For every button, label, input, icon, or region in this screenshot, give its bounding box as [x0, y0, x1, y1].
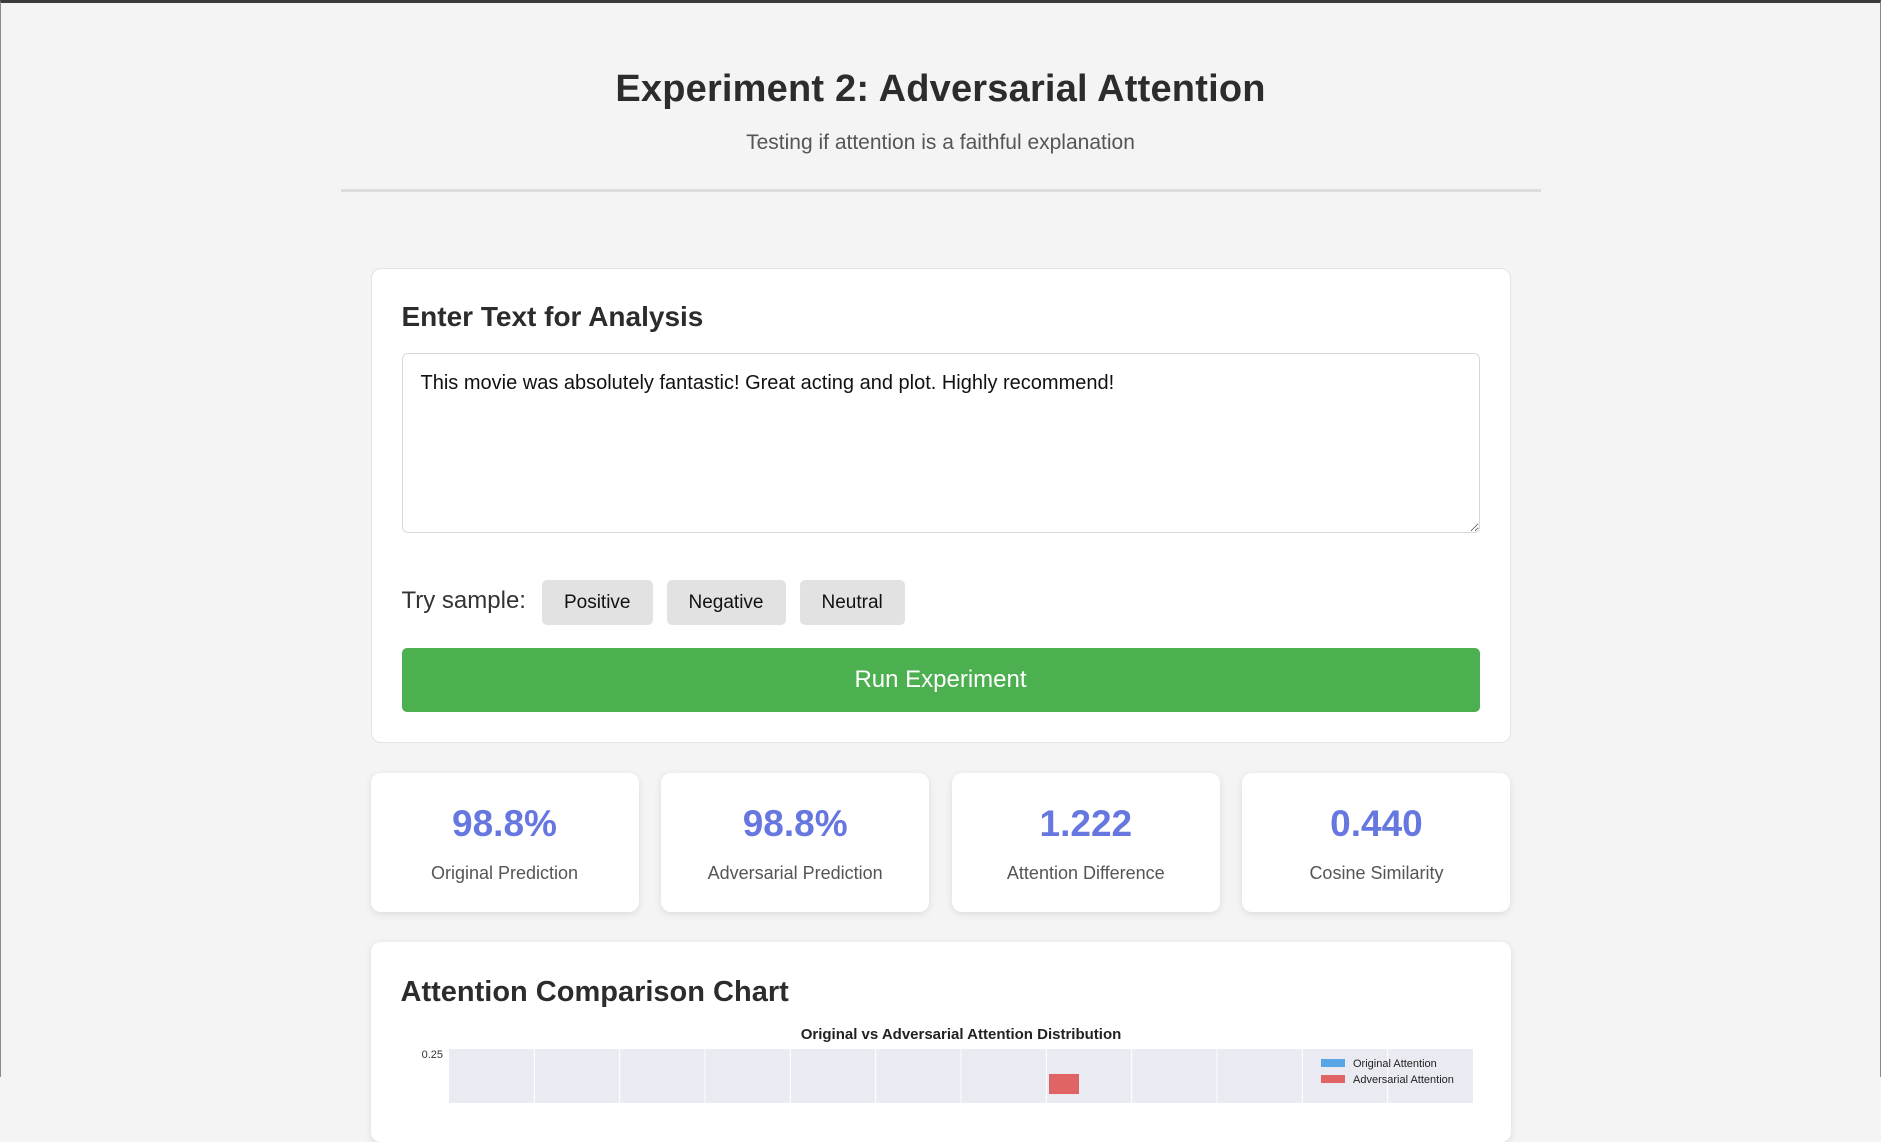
stat-attention-difference: 1.222 Attention Difference: [951, 773, 1220, 912]
chart-container: Original vs Adversarial Attention Distri…: [401, 1023, 1481, 1109]
page-header: Experiment 2: Adversarial Attention Test…: [340, 3, 1541, 192]
chart-card: Attention Comparison Chart Original vs A…: [370, 942, 1511, 1142]
stat-label: Adversarial Prediction: [707, 863, 883, 883]
sample-positive-button[interactable]: Positive: [541, 580, 653, 625]
analysis-text-input[interactable]: [401, 353, 1480, 533]
page-container: Experiment 2: Adversarial Attention Test…: [340, 3, 1541, 1142]
chart-card-heading: Attention Comparison Chart: [400, 976, 789, 1008]
stat-adversarial-prediction: 98.8% Adversarial Prediction: [661, 773, 930, 912]
stat-original-prediction: 98.8% Original Prediction: [370, 773, 639, 912]
y-tick-label: 0.25: [421, 1049, 442, 1061]
chart-title: Original vs Adversarial Attention Distri…: [800, 1026, 1121, 1043]
input-card: Enter Text for Analysis Try sample: Posi…: [370, 268, 1511, 743]
stat-label: Attention Difference: [1006, 863, 1165, 883]
legend-label-adversarial: Adversarial Attention: [1353, 1074, 1454, 1086]
sample-neutral-button[interactable]: Neutral: [799, 580, 905, 625]
stats-row: 98.8% Original Prediction 98.8% Adversar…: [370, 773, 1511, 912]
stat-value: 98.8%: [452, 803, 557, 844]
legend-swatch-original: [1320, 1059, 1345, 1067]
sample-row: Try sample: Positive Negative Neutral: [402, 580, 1480, 625]
try-sample-label: Try sample:: [401, 586, 526, 614]
stat-value: 98.8%: [742, 803, 848, 844]
stat-label: Cosine Similarity: [1309, 863, 1444, 883]
run-experiment-button[interactable]: Run Experiment: [401, 648, 1480, 712]
stat-cosine-similarity: 0.440 Cosine Similarity: [1242, 773, 1511, 912]
sample-negative-button[interactable]: Negative: [666, 580, 786, 625]
main-content: Enter Text for Analysis Try sample: Posi…: [370, 192, 1511, 1142]
page-title: Experiment 2: Adversarial Attention: [615, 68, 1266, 110]
stat-label: Original Prediction: [430, 863, 579, 883]
attention-chart: Original vs Adversarial Attention Distri…: [421, 1026, 1473, 1109]
page-subtitle: Testing if attention is a faithful expla…: [746, 131, 1135, 154]
legend-label-original: Original Attention: [1353, 1058, 1437, 1070]
stat-value: 1.222: [1039, 803, 1133, 844]
stat-value: 0.440: [1330, 803, 1423, 844]
legend-swatch-adversarial: [1320, 1075, 1345, 1083]
adversarial-attention-bar: [1048, 1074, 1079, 1094]
input-card-heading: Enter Text for Analysis: [401, 301, 704, 332]
